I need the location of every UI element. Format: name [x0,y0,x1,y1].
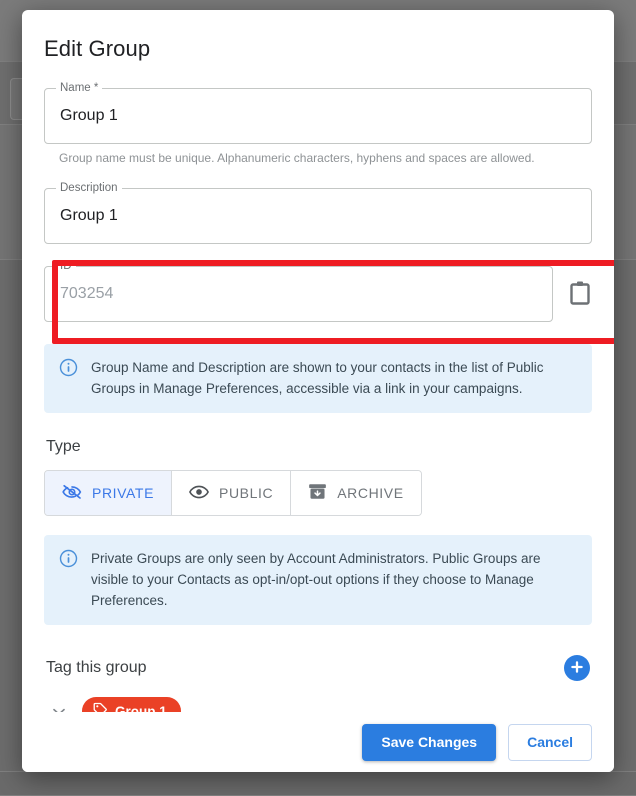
dialog-title: Edit Group [44,36,151,61]
info-banner-public-groups: Group Name and Description are shown to … [44,344,592,413]
info-banner-text: Private Groups are only seen by Account … [91,551,541,608]
type-option-archive-label: ARCHIVE [337,485,404,501]
tag-expand-toggle[interactable] [50,702,68,712]
edit-group-dialog: Edit Group Name * Group 1 Group name mus… [22,10,614,772]
name-label: Name * [56,82,103,95]
name-value: Group 1 [60,107,118,124]
dialog-body: Edit Group Name * Group 1 Group name mus… [22,10,614,712]
type-option-public[interactable]: PUBLIC [172,471,292,515]
type-toggle-group: PRIVATE PUBLIC ARCHIVE [44,470,422,516]
info-banner-text: Group Name and Description are shown to … [91,360,544,396]
name-field-group: Name * Group 1 [44,82,592,144]
description-field-group: Description Group 1 [44,182,592,244]
clipboard-icon [569,280,591,309]
eye-off-icon [62,484,82,503]
chevron-down-icon [53,704,65,712]
info-circle-icon [59,548,79,611]
name-input[interactable]: Name * Group 1 [44,82,592,144]
description-label: Description [56,182,122,195]
type-option-private-label: PRIVATE [92,485,155,501]
save-changes-button[interactable]: Save Changes [362,723,497,761]
cancel-button[interactable]: Cancel [508,723,592,761]
info-circle-icon [59,357,79,399]
archive-icon [308,482,327,504]
type-option-archive[interactable]: ARCHIVE [291,471,421,515]
tag-section-header: Tag this group [46,655,590,681]
id-input[interactable]: ID 703254 [44,260,553,322]
tag-section-label: Tag this group [46,659,147,676]
dialog-footer: Save Changes Cancel [22,712,614,772]
tag-list-row: Group 1 [44,697,592,712]
description-value: Group 1 [60,207,118,224]
tag-chip-label: Group 1 [115,703,167,713]
type-option-private[interactable]: PRIVATE [45,471,173,515]
description-input[interactable]: Description Group 1 [44,182,592,244]
plus-icon [570,660,584,677]
id-label: ID [56,260,76,273]
add-tag-button[interactable] [564,655,590,681]
type-option-public-label: PUBLIC [219,485,274,501]
id-value: 703254 [60,285,114,302]
tag-chip-group-1[interactable]: Group 1 [82,697,181,712]
copy-id-button[interactable] [567,279,592,309]
tag-icon [93,702,108,712]
type-section-label: Type [46,438,81,455]
name-hint: Group name must be unique. Alphanumeric … [59,151,535,165]
info-banner-private-groups: Private Groups are only seen by Account … [44,535,592,625]
background-strip [0,772,636,796]
id-field-row: ID 703254 [44,260,592,322]
eye-icon [189,485,209,502]
id-field-group: ID 703254 [44,260,553,322]
